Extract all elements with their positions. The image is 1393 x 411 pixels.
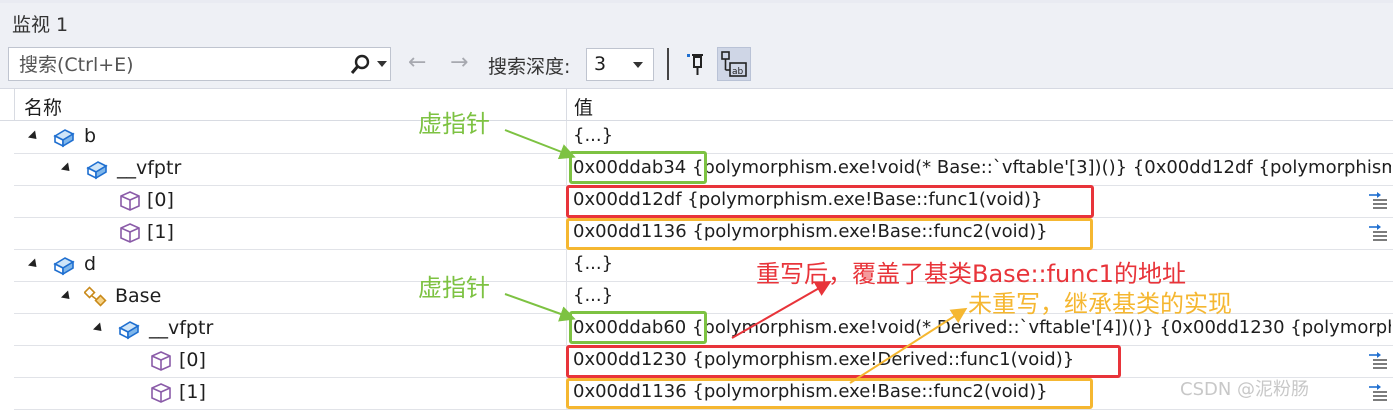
show-raw-structure-button[interactable]: ab: [717, 47, 751, 81]
annotation-vptr-2: 虚指针: [418, 274, 490, 302]
highlight-box-orange-b-func2: [566, 218, 1093, 250]
search-options-chevron-down-icon[interactable]: [377, 61, 387, 67]
visualizer-menu-icon[interactable]: [1367, 191, 1389, 211]
watch-row-b[interactable]: b {...}: [14, 121, 1393, 154]
variable-name: Base: [115, 285, 162, 307]
highlight-box-orange-d-func2: [566, 378, 1093, 409]
header-left-edge: [14, 89, 15, 120]
variable-name: __vfptr: [117, 157, 182, 179]
column-header: 名称 值: [0, 89, 1393, 121]
collapse-triangle-icon[interactable]: [92, 322, 106, 335]
search-depth-label: 搜索深度:: [488, 56, 571, 78]
highlight-box-green-b-vfptr: [569, 151, 707, 184]
search-input[interactable]: [17, 52, 341, 78]
column-header-value[interactable]: 值: [574, 93, 593, 120]
search-icon[interactable]: [349, 54, 371, 76]
column-resize-handle[interactable]: [566, 89, 567, 120]
column-divider: [566, 153, 567, 185]
collapse-triangle-icon[interactable]: [27, 258, 41, 271]
highlight-box-green-d-vfptr: [569, 311, 707, 344]
visualizer-menu-icon[interactable]: [1367, 383, 1389, 403]
pin-button[interactable]: [679, 47, 713, 81]
search-depth-select[interactable]: 3: [586, 48, 654, 81]
object-icon: [86, 161, 108, 180]
object-icon: [118, 321, 140, 340]
window-title-bar: 监视 1: [0, 0, 1393, 42]
cube-icon: [120, 191, 140, 211]
column-divider: [566, 249, 567, 281]
column-header-name[interactable]: 名称: [24, 93, 62, 120]
cube-icon: [151, 383, 171, 403]
svg-text:ab: ab: [732, 67, 744, 77]
column-divider: [566, 281, 567, 313]
window-title: 监视 1: [12, 14, 69, 36]
cube-icon: [120, 223, 140, 243]
title-accent-line: [0, 0, 1393, 3]
collapse-triangle-icon[interactable]: [60, 162, 74, 175]
cube-icon: [151, 351, 171, 371]
chevron-down-icon: [633, 62, 643, 68]
toolbar: ← → 搜索深度: 3 ab: [0, 42, 1393, 89]
highlight-box-red-d-func1: [566, 345, 1121, 378]
object-icon: [53, 257, 75, 276]
tree-text-icon: ab: [721, 51, 747, 77]
highlight-box-red-b-func1: [566, 185, 1094, 218]
pin-icon: [687, 54, 703, 75]
object-icon: [53, 129, 75, 148]
variable-name: b: [84, 125, 97, 147]
column-divider: [566, 313, 567, 345]
variable-name: [0]: [179, 349, 206, 371]
variable-name: __vfptr: [149, 317, 214, 339]
forward-arrow-icon[interactable]: →: [450, 52, 468, 74]
watch-row-d[interactable]: d {...}: [14, 249, 1393, 282]
annotation-vptr-1: 虚指针: [418, 110, 490, 138]
toolbar-separator: [667, 48, 669, 80]
annotation-inherit-note: 未重写，继承基类的实现: [968, 290, 1232, 318]
collapse-triangle-icon[interactable]: [27, 130, 41, 143]
variable-name: [1]: [147, 221, 174, 243]
search-depth-value: 3: [594, 53, 607, 75]
watermark: CSDN @泥粉肠: [1180, 379, 1310, 400]
column-divider: [566, 121, 567, 153]
variable-name: d: [84, 253, 97, 275]
variable-name: [1]: [179, 381, 206, 403]
variable-name: [0]: [147, 189, 174, 211]
variable-value[interactable]: {...}: [573, 125, 1391, 146]
visualizer-menu-icon[interactable]: [1367, 223, 1389, 243]
base-class-icon: [84, 286, 107, 307]
visualizer-menu-icon[interactable]: [1367, 351, 1389, 371]
back-arrow-icon[interactable]: ←: [408, 52, 426, 74]
search-box[interactable]: [8, 47, 391, 81]
collapse-triangle-icon[interactable]: [60, 290, 74, 303]
